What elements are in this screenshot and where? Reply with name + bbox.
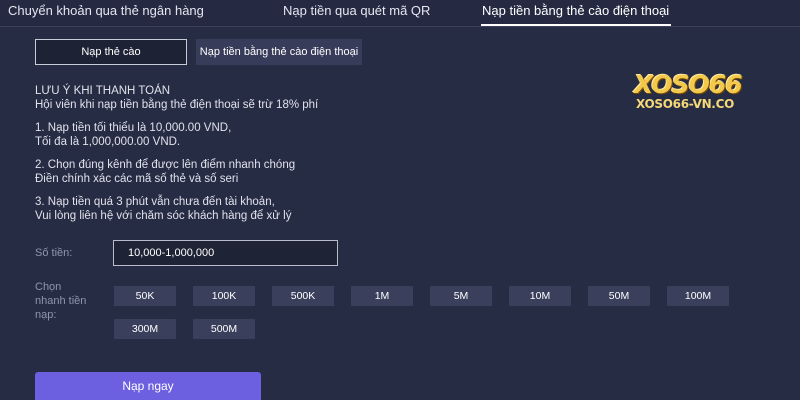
notice-rule1-line2: Tối đa là 1,000,000.00 VND. [35,136,181,148]
amount-input[interactable]: 10,000-1,000,000 [113,240,338,266]
tab-phone-card-deposit[interactable]: Nạp tiền bằng thẻ cào điện thoại [482,3,669,25]
notice-rule1-line1: 1. Nạp tiền tối thiểu là 10,000.00 VND, [35,122,232,134]
deposit-now-button[interactable]: Nạp ngay [35,372,261,400]
amount-chip-5m[interactable]: 5M [430,286,492,306]
notice-rule2-line2: Điền chính xác các mã số thẻ và số seri [35,173,239,185]
quick-select-label-line2: nhanh tiền [35,295,87,307]
logo-wordmark: XOSO66 [634,70,743,99]
quick-select-label: Chọn nhanh tiền nạp: [35,280,86,322]
amount-chip-50m[interactable]: 50M [588,286,650,306]
notice-rule3-line2: Vui lòng liên hệ với chăm sóc khách hàng… [35,210,292,222]
logo-domain: XOSO66-VN.CO [636,97,734,111]
notice-rule2-line1: 2. Chọn đúng kênh để được lên điểm nhanh… [35,159,296,171]
subtab-phone-card-deposit[interactable]: Nạp tiền bằng thẻ cào điện thoại [196,39,362,65]
top-tab-bar: Chuyển khoản qua thẻ ngân hàng Nạp tiền … [0,0,800,27]
notice-title: LƯU Ý KHI THANH TOÁN [35,85,171,97]
tab-bank-transfer[interactable]: Chuyển khoản qua thẻ ngân hàng [8,3,204,25]
amount-label: Số tiền: [35,247,73,259]
amount-chip-100k[interactable]: 100K [193,286,255,306]
amount-chip-1m[interactable]: 1M [351,286,413,306]
payment-notice: LƯU Ý KHI THANH TOÁN Hội viên khi nạp ti… [35,84,455,223]
notice-rule3-line1: 3. Nạp tiền quá 3 phút vẫn chưa đến tài … [35,196,275,208]
active-tab-indicator [481,24,671,26]
notice-fee-line: Hội viên khi nạp tiền bằng thẻ điện thoạ… [35,99,319,111]
amount-chip-100m[interactable]: 100M [667,286,729,306]
amount-chip-10m[interactable]: 10M [509,286,571,306]
tab-qr-deposit[interactable]: Nạp tiền qua quét mã QR [283,3,430,25]
amount-chip-50k[interactable]: 50K [114,286,176,306]
amount-chip-500m[interactable]: 500M [193,319,255,339]
amount-chip-500k[interactable]: 500K [272,286,334,306]
quick-select-label-line1: Chọn [35,281,62,293]
brand-logo: XOSO66 XOSO66-VN.CO [634,70,744,116]
subtab-scratch-card[interactable]: Nạp thẻ cào [35,39,187,65]
amount-chip-300m[interactable]: 300M [114,319,176,339]
quick-select-label-line3: nạp: [35,309,57,321]
